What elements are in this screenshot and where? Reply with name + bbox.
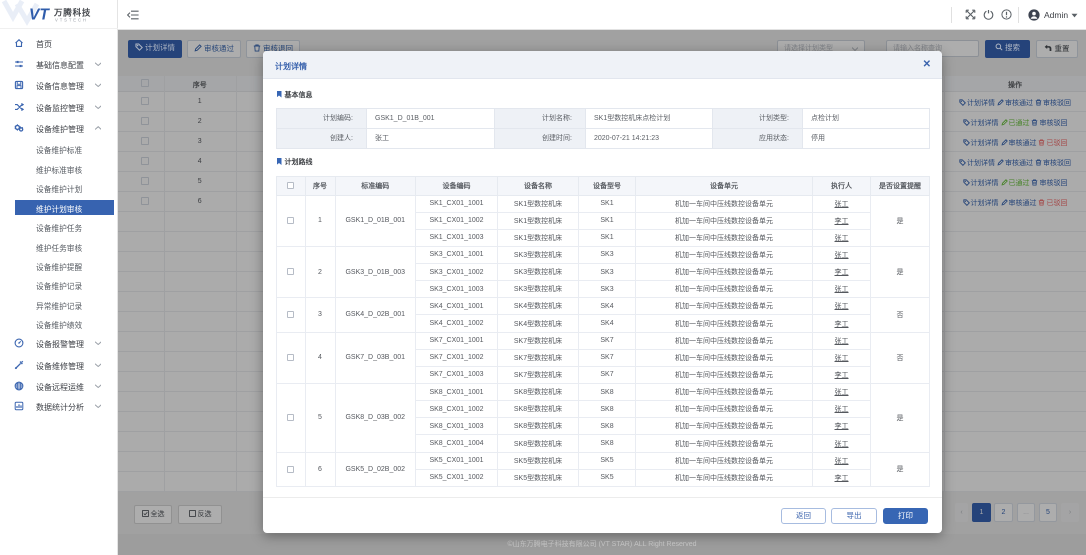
svg-text:VTSTECH: VTSTECH (55, 18, 88, 23)
svg-text:VT: VT (29, 7, 50, 24)
svg-text:万腾科技: 万腾科技 (53, 8, 91, 18)
